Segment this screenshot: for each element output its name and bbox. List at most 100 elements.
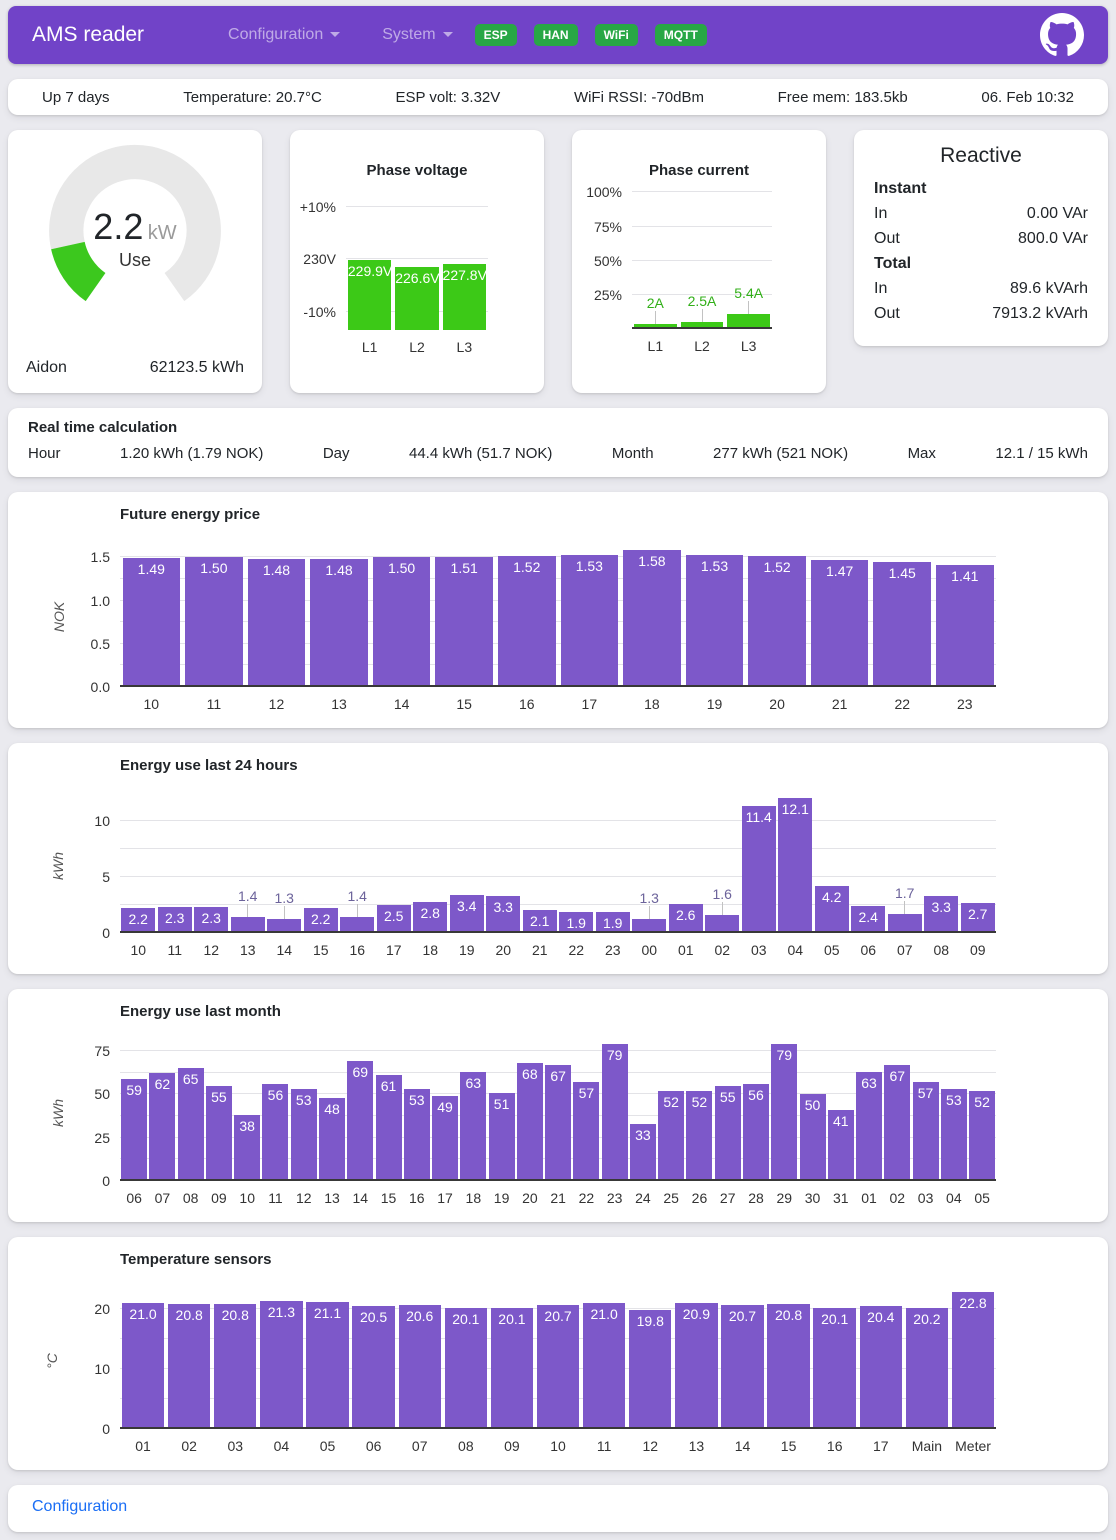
status-item: WiFi RSSI: -70dBm — [574, 89, 704, 106]
x-tick-label: 06 — [120, 1190, 148, 1206]
x-tick-label: 11 — [581, 1438, 627, 1454]
bar-value-label: 67 — [545, 1068, 571, 1084]
bar-value-label: 22.8 — [952, 1295, 994, 1311]
bar-outside-label: 1.7 — [888, 885, 922, 914]
nav-system-dropdown[interactable]: System — [382, 26, 452, 44]
bar-slot: 20.8 — [212, 1292, 258, 1429]
y-tick-label: 230V — [303, 251, 336, 267]
bar: 33 — [630, 1124, 656, 1181]
bar-slot: 20.8 — [166, 1292, 212, 1429]
bar-slot: 20.6 — [397, 1292, 443, 1429]
bar: 1.52 — [748, 556, 806, 687]
bar-value-label: 55 — [206, 1089, 232, 1105]
bar: 56 — [743, 1084, 769, 1181]
bar-value-label: 56 — [743, 1087, 769, 1103]
nav-configuration-dropdown[interactable]: Configuration — [228, 26, 340, 44]
x-tick-label: 18 — [412, 942, 449, 958]
gauge-center-text: 2.2 kW Use — [8, 206, 262, 271]
bar: 2.5 — [377, 905, 411, 933]
x-tick-label: 16 — [403, 1190, 431, 1206]
chart-title: Future energy price — [120, 506, 1088, 523]
bar-row: 1.491.501.481.481.501.511.521.531.581.53… — [120, 547, 996, 687]
x-tick-label: 11 — [261, 1190, 289, 1206]
bar-value-label: 226.6V — [395, 270, 439, 286]
chart-title: Phase voltage — [290, 162, 544, 179]
reactive-section-header: Instant — [874, 176, 1088, 201]
x-tick-label: 13 — [308, 696, 371, 712]
nav-label: System — [382, 26, 435, 43]
bar-slot: 1.52 — [495, 547, 558, 687]
bar-slot: 1.41 — [934, 547, 997, 687]
bar-slot: 1.50 — [370, 547, 433, 687]
x-tick-label: 17 — [858, 1438, 904, 1454]
bar-value-label: 41 — [828, 1113, 854, 1129]
bar-slot: 68 — [516, 1044, 544, 1181]
x-tick-label: 16 — [339, 942, 376, 958]
bar-value-label: 2.3 — [194, 910, 228, 926]
realtime-label: Hour — [28, 445, 61, 462]
bar-row: 5962655538565348696153496351686757793352… — [120, 1044, 996, 1181]
bar-slot: 49 — [431, 1044, 459, 1181]
bar-value-label: 51 — [489, 1096, 515, 1112]
bar-slot: 2.7 — [960, 798, 997, 933]
bar-slot: 51 — [487, 1044, 515, 1181]
bar-value-label: 1.51 — [435, 560, 493, 576]
bar-row: 2A2.5A5.4A — [632, 187, 772, 329]
x-tick-label: 10 — [120, 696, 183, 712]
x-tick-label: 20 — [516, 1190, 544, 1206]
bar-value-label: 63 — [460, 1075, 486, 1091]
x-tick-label: 07 — [397, 1438, 443, 1454]
bar-value-label: 1.49 — [123, 561, 181, 577]
x-tick-label: L3 — [441, 339, 488, 355]
x-tick-label: 22 — [572, 1190, 600, 1206]
x-tick-label: 14 — [370, 696, 433, 712]
y-tick-label: 0 — [102, 1173, 110, 1189]
x-tick-label: 00 — [631, 942, 668, 958]
x-tick-label: 18 — [621, 696, 684, 712]
bar: 20.1 — [491, 1308, 533, 1429]
bar-row: 2.22.32.31.41.32.21.42.52.83.43.32.11.91… — [120, 798, 996, 933]
bar: 62 — [149, 1073, 175, 1181]
chevron-down-icon — [330, 32, 340, 37]
bar-slot: 57 — [572, 1044, 600, 1181]
x-tick-label: 28 — [742, 1190, 770, 1206]
x-tick-label: 23 — [595, 942, 632, 958]
bar: 21.0 — [583, 1303, 625, 1429]
phase-voltage-plot: +10%230V-10%229.9V226.6V227.8V — [346, 207, 488, 330]
energy-use-last-24-hours-plot: kWh10502.22.32.31.41.32.21.42.52.83.43.3… — [120, 798, 996, 933]
configuration-link[interactable]: Configuration — [32, 1498, 127, 1515]
bar-value-label: 53 — [941, 1092, 967, 1108]
label-connector-line — [357, 904, 358, 917]
bar: 67 — [545, 1065, 571, 1181]
bar-slot: 2.5A — [679, 187, 726, 329]
x-axis-line — [120, 1427, 996, 1429]
y-tick-label: 10 — [94, 813, 110, 829]
bar-value-label: 1.52 — [748, 559, 806, 575]
x-tick-label: 16 — [495, 696, 558, 712]
bar-value-label: 3.4 — [450, 898, 484, 914]
bar: 67 — [884, 1065, 910, 1181]
bar-value-label: 1.48 — [248, 562, 306, 578]
bar: 65 — [178, 1068, 204, 1181]
x-tick-label: 30 — [798, 1190, 826, 1206]
meter-total-kwh: 62123.5 kWh — [150, 359, 244, 377]
future-energy-price-chart: NOK1.51.00.50.01.491.501.481.481.501.511… — [28, 547, 1088, 712]
realtime-title: Real time calculation — [28, 419, 1088, 436]
x-tick-label: 13 — [673, 1438, 719, 1454]
bar-slot: 61 — [374, 1044, 402, 1181]
chart-title: Energy use last month — [120, 1003, 1088, 1020]
bar-slot: 53 — [403, 1044, 431, 1181]
realtime-row: Hour1.20 kWh (1.79 NOK)Day44.4 kWh (51.7… — [28, 445, 1088, 462]
bar-value-label: 1.50 — [373, 560, 431, 576]
bar-value-label: 53 — [404, 1092, 430, 1108]
bar-slot: 57 — [911, 1044, 939, 1181]
bar: 55 — [715, 1086, 741, 1181]
app-header: AMS reader ConfigurationSystem ESPHANWiF… — [8, 6, 1108, 64]
x-tick-label: 15 — [766, 1438, 812, 1454]
bar-slot: 63 — [855, 1044, 883, 1181]
bar-slot: 33 — [629, 1044, 657, 1181]
github-icon[interactable] — [1040, 13, 1084, 57]
label-connector-line — [284, 906, 285, 919]
bar-slot: 67 — [883, 1044, 911, 1181]
y-tick-label: 25 — [94, 1130, 110, 1146]
